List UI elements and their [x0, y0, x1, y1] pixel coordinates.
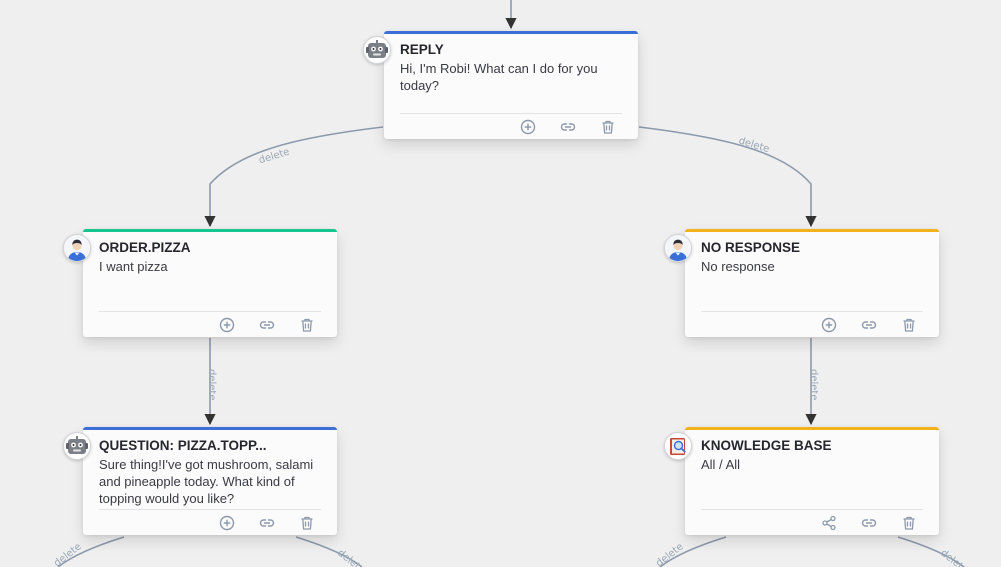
add-icon[interactable] — [219, 317, 235, 333]
add-icon[interactable] — [821, 317, 837, 333]
robot-icon — [363, 36, 391, 64]
robot-icon — [63, 432, 91, 460]
add-icon[interactable] — [520, 119, 536, 135]
node-divider — [400, 113, 622, 114]
add-icon[interactable] — [219, 515, 235, 531]
node-divider — [701, 311, 923, 312]
node-actions — [520, 119, 616, 135]
link-icon[interactable] — [560, 119, 576, 135]
node-title: QUESTION: PIZZA.TOPP... — [99, 438, 267, 453]
node-type-bar — [83, 427, 337, 430]
node-type-bar — [685, 427, 939, 430]
node-actions — [821, 515, 917, 531]
user-icon — [664, 234, 692, 262]
node-title: REPLY — [400, 42, 444, 57]
node-reply[interactable]: REPLY Hi, I'm Robi! What can I do for yo… — [384, 31, 638, 139]
node-title: ORDER.PIZZA — [99, 240, 191, 255]
edge-label-question-right[interactable]: delete — [335, 548, 367, 567]
node-text: Hi, I'm Robi! What can I do for you toda… — [400, 61, 598, 93]
link-icon[interactable] — [861, 317, 877, 333]
node-title: NO RESPONSE — [701, 240, 801, 255]
node-divider — [99, 311, 321, 312]
trash-icon[interactable] — [901, 515, 917, 531]
node-divider — [99, 509, 321, 510]
link-icon[interactable] — [259, 515, 275, 531]
node-title: KNOWLEDGE BASE — [701, 438, 832, 453]
node-text: No response — [701, 259, 775, 274]
node-type-bar — [685, 229, 939, 232]
node-actions — [821, 317, 917, 333]
node-text: All / All — [701, 457, 741, 472]
flow-canvas[interactable]: delete delete delete delete delete delet… — [0, 0, 1001, 567]
book-search-icon — [664, 432, 692, 460]
edge-label-kb-right[interactable]: delete — [938, 548, 970, 567]
link-icon[interactable] — [259, 317, 275, 333]
edge-label-order-question[interactable]: delete — [206, 369, 217, 401]
trash-icon[interactable] — [600, 119, 616, 135]
trash-icon[interactable] — [299, 317, 315, 333]
link-icon[interactable] — [861, 515, 877, 531]
node-divider — [701, 509, 923, 510]
trash-icon[interactable] — [299, 515, 315, 531]
node-text: I want pizza — [99, 259, 168, 274]
trash-icon[interactable] — [901, 317, 917, 333]
edge-reply-to-no-response[interactable] — [638, 126, 817, 228]
user-icon — [63, 234, 91, 262]
node-actions — [219, 515, 315, 531]
node-text: Sure thing!I've got mushroom, salami and… — [99, 457, 314, 506]
edge-label-reply-order[interactable]: delete — [258, 147, 291, 167]
share-icon[interactable] — [821, 515, 837, 531]
node-order-pizza[interactable]: ORDER.PIZZA I want pizza — [83, 229, 337, 337]
edge-label-noresponse-kb[interactable]: delete — [808, 369, 819, 401]
node-no-response[interactable]: NO RESPONSE No response — [685, 229, 939, 337]
node-actions — [219, 317, 315, 333]
edge-reply-to-order-pizza[interactable] — [204, 126, 384, 228]
node-question-pizza-topping[interactable]: QUESTION: PIZZA.TOPP... Sure thing!I've … — [83, 427, 337, 535]
node-knowledge-base[interactable]: KNOWLEDGE BASE All / All — [685, 427, 939, 535]
edge-label-reply-noresponse[interactable]: delete — [737, 135, 770, 155]
node-type-bar — [83, 229, 337, 232]
node-type-bar — [384, 31, 638, 34]
